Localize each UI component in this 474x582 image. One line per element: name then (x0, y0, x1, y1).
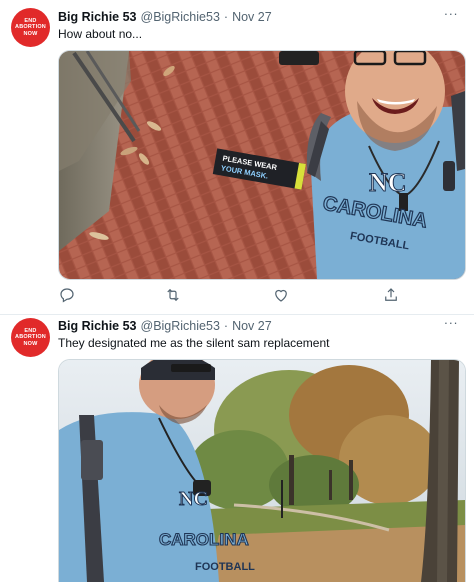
tweet[interactable]: END ABORTION NOW Big Richie 53 @BigRichi… (0, 0, 474, 582)
more-options-icon[interactable]: ··· (442, 316, 460, 332)
tweet-header: Big Richie 53 @BigRichie53 · Nov 27 (58, 317, 272, 335)
tweet-photo[interactable]: NC CAROLINA FOOTBALL (58, 359, 466, 582)
tweet-date[interactable]: Nov 27 (232, 319, 272, 333)
shirt-text-1: CAROLINA (159, 530, 249, 549)
svg-text:NC: NC (179, 488, 208, 510)
shirt-text-2: FOOTBALL (195, 561, 255, 573)
avatar[interactable]: END ABORTION NOW (11, 318, 50, 357)
campus-photo: NC CAROLINA FOOTBALL (59, 360, 465, 582)
separator-dot: · (223, 319, 229, 333)
author-name[interactable]: Big Richie 53 (58, 319, 137, 333)
tweet-text: They designated me as the silent sam rep… (58, 336, 330, 350)
author-handle[interactable]: @BigRichie53 (141, 319, 220, 333)
avatar-logo-text: END ABORTION NOW (15, 327, 46, 347)
